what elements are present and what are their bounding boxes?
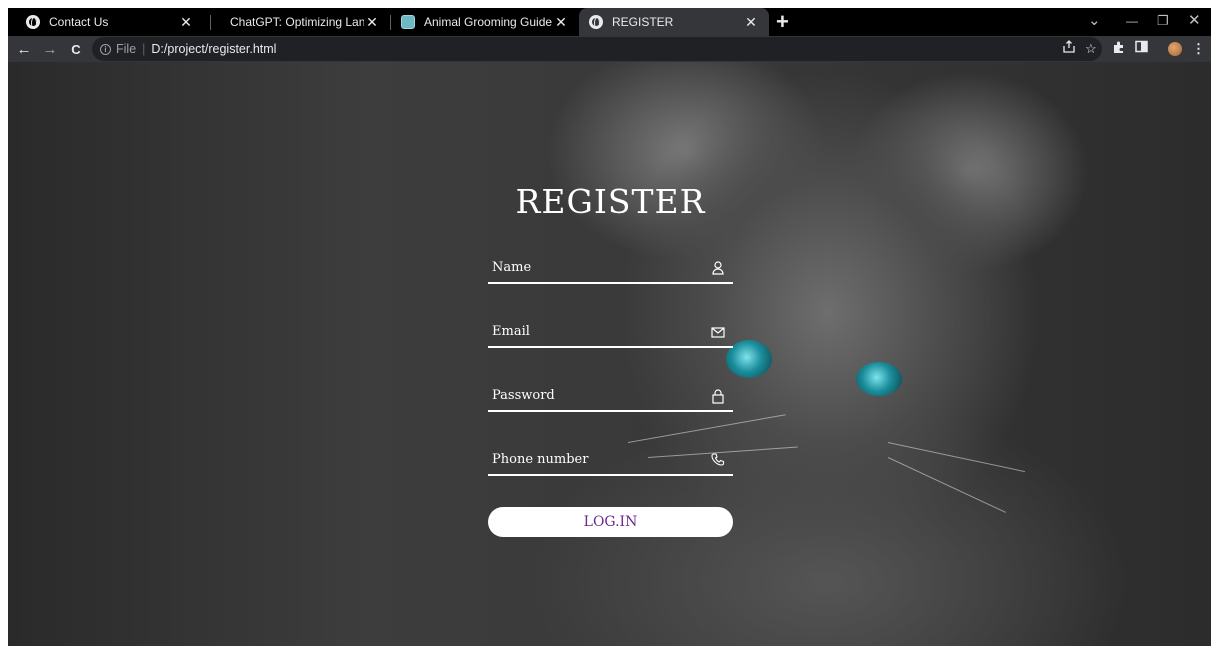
close-tab-icon[interactable]: ✕ [364,14,380,30]
email-label: Email [492,324,530,339]
password-field[interactable]: Password [488,380,733,412]
phone-icon [711,452,725,468]
scheme-label: File [116,42,137,56]
tab-register[interactable]: REGISTER ✕ [579,8,769,36]
menu-kebab-icon[interactable]: ⋮ [1192,40,1205,58]
info-icon[interactable]: i [100,43,111,55]
password-label: Password [492,388,555,403]
register-page: REGISTER Name Email Password Phone numbe… [8,62,1211,646]
email-field[interactable]: Email [488,316,733,348]
side-panel-icon[interactable] [1135,40,1148,58]
browser-toolbar: ← → C i File | D:/project/register.html … [8,36,1211,62]
reload-button[interactable]: C [64,42,88,57]
address-separator: | [142,42,146,56]
tab-title: Animal Grooming Guide [424,15,553,29]
envelope-icon [711,324,725,340]
extensions-icon[interactable] [1112,40,1126,59]
restore-button[interactable]: ❐ [1157,12,1169,30]
tab-separator [210,15,211,30]
login-button[interactable]: LOG.IN [488,507,733,537]
tab-contact-us[interactable]: Contact Us ✕ [16,8,204,36]
name-label: Name [492,260,532,275]
tab-title: Contact Us [49,15,109,29]
tab-search-icon[interactable]: ⌄ [1088,12,1101,30]
close-tab-icon[interactable]: ✕ [178,14,194,30]
phone-number-label: Phone number [492,452,589,467]
tab-title: ChatGPT: Optimizing Language M [230,15,364,29]
new-tab-button[interactable]: + [776,10,789,34]
profile-avatar[interactable] [1168,42,1182,56]
kitten-whisker [627,414,786,443]
page-title: REGISTER [515,182,706,221]
teal-favicon-icon [401,15,415,29]
kitten-whisker [887,457,1007,513]
tab-bar: Contact Us ✕ ChatGPT: Optimizing Languag… [8,8,1211,36]
close-tab-icon[interactable]: ✕ [553,14,569,30]
close-tab-icon[interactable]: ✕ [743,14,759,30]
tab-chatgpt[interactable]: ChatGPT: Optimizing Language M ✕ [218,8,390,36]
browser-window: Contact Us ✕ ChatGPT: Optimizing Languag… [8,8,1211,646]
minimize-button[interactable]: — [1126,12,1138,30]
kitten-eye [856,362,902,396]
globe-icon [589,15,603,29]
tab-title: REGISTER [612,15,674,29]
close-window-button[interactable]: ✕ [1188,12,1201,30]
lock-icon [711,388,725,404]
share-icon[interactable] [1062,40,1076,59]
name-field[interactable]: Name [488,252,733,284]
phone-number-field[interactable]: Phone number [488,444,733,476]
bookmark-star-icon[interactable]: ☆ [1085,40,1097,58]
forward-button[interactable]: → [38,41,62,58]
url-text[interactable]: D:/project/register.html [151,42,276,56]
back-button[interactable]: ← [12,41,36,58]
person-icon [711,260,725,276]
address-bar[interactable]: i File | D:/project/register.html [92,37,1102,61]
tab-animal-grooming-guide[interactable]: Animal Grooming Guide ✕ [391,8,579,36]
globe-icon [26,15,40,29]
